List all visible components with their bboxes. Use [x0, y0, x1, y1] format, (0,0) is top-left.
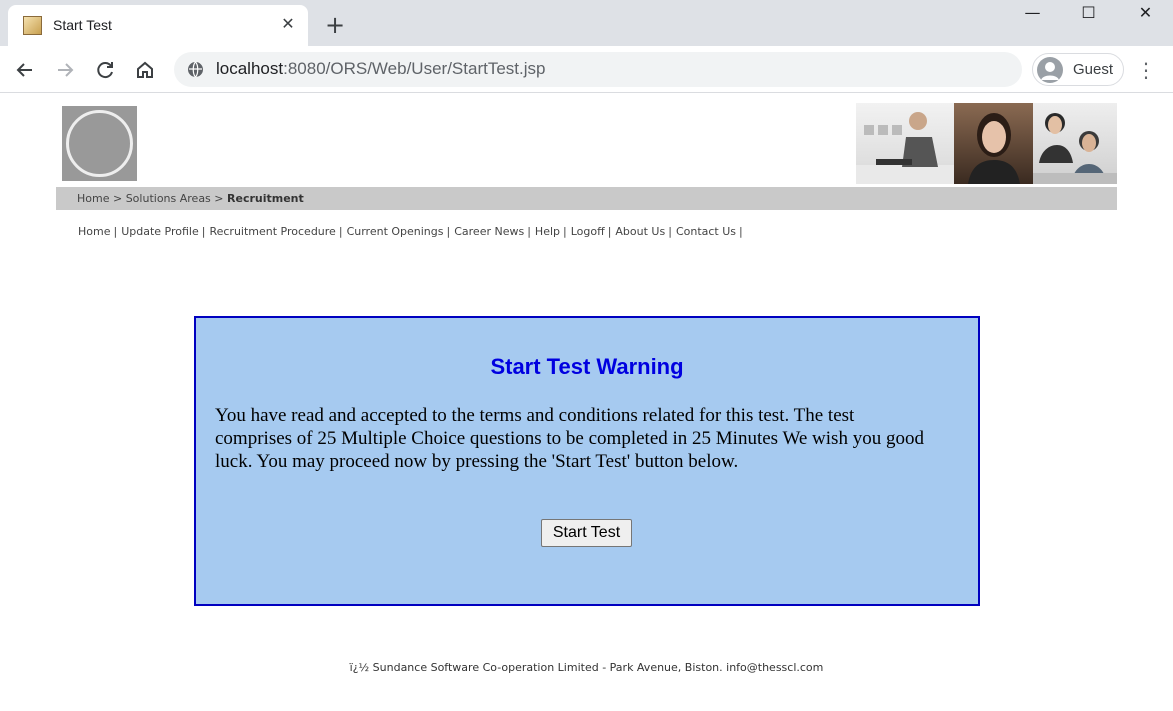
forward-icon[interactable]	[50, 55, 80, 85]
nav-separator: |	[527, 225, 531, 238]
browser-toolbar: localhost:8080/ORS/Web/User/StartTest.js…	[0, 46, 1173, 93]
tab-close-icon[interactable]: ✕	[278, 14, 298, 34]
breadcrumb-solutions[interactable]: Solutions Areas	[126, 192, 211, 205]
profile-button[interactable]: Guest	[1032, 53, 1124, 86]
reload-icon[interactable]	[90, 55, 120, 85]
site-info-icon[interactable]	[187, 61, 204, 78]
back-icon[interactable]	[10, 55, 40, 85]
nav-separator: |	[563, 225, 567, 238]
banner-photo-office	[856, 103, 954, 184]
header-banner-photos	[856, 103, 1117, 184]
nav-home[interactable]: Home	[78, 225, 110, 238]
nav-separator: |	[446, 225, 451, 238]
nav-separator: |	[739, 225, 743, 238]
nav-update-profile[interactable]: Update Profile	[121, 225, 199, 238]
nav-recruitment-procedure[interactable]: Recruitment Procedure	[209, 225, 335, 238]
footer-text: ï¿½ Sundance Software Co-operation Limit…	[349, 661, 824, 674]
site-logo	[62, 106, 137, 181]
page-content: Home > Solutions Areas > Recruitment Hom…	[0, 94, 1173, 711]
minimize-icon[interactable]: —	[1004, 0, 1061, 30]
browser-tab[interactable]: Start Test ✕	[8, 5, 308, 46]
nav-separator: |	[338, 225, 343, 238]
maximize-icon[interactable]: ☐	[1060, 0, 1117, 30]
banner-photo-woman	[954, 103, 1033, 184]
browser-menu-icon[interactable]: ⋮	[1136, 55, 1156, 85]
address-bar[interactable]: localhost:8080/ORS/Web/User/StartTest.js…	[174, 52, 1022, 87]
start-test-warning-box: Start Test Warning You have read and acc…	[194, 316, 980, 606]
nav-separator: |	[113, 225, 118, 238]
nav-logoff[interactable]: Logoff	[571, 225, 605, 238]
breadcrumb-bar: Home > Solutions Areas > Recruitment	[56, 187, 1117, 210]
new-tab-icon[interactable]: +	[322, 12, 348, 38]
avatar-icon	[1037, 57, 1063, 83]
logo-ring	[66, 110, 133, 177]
nav-help[interactable]: Help	[535, 225, 560, 238]
tab-title: Start Test	[53, 17, 112, 33]
warning-title: Start Test Warning	[490, 354, 684, 379]
breadcrumb-separator: >	[210, 192, 228, 205]
nav-separator: |	[201, 225, 206, 238]
warning-text: You have read and accepted to the terms …	[215, 405, 924, 472]
banner-photo-team	[1033, 103, 1117, 184]
tab-favicon-icon	[23, 16, 42, 35]
breadcrumb-home[interactable]: Home	[77, 192, 109, 205]
url-text[interactable]: localhost:8080/ORS/Web/User/StartTest.js…	[216, 59, 545, 79]
url-host: localhost	[216, 59, 284, 78]
nav-about-us[interactable]: About Us	[615, 225, 665, 238]
breadcrumb: Home > Solutions Areas > Recruitment	[77, 192, 304, 205]
nav-contact-us[interactable]: Contact Us	[676, 225, 736, 238]
nav-separator: |	[607, 225, 612, 238]
browser-tabstrip: Start Test ✕ + — ☐ ✕	[0, 0, 1173, 46]
nav-separator: |	[668, 225, 672, 238]
breadcrumb-separator: >	[109, 192, 126, 205]
url-path: :8080/ORS/Web/User/StartTest.jsp	[283, 59, 546, 78]
profile-label: Guest	[1073, 61, 1114, 78]
nav-current-openings[interactable]: Current Openings	[347, 225, 444, 238]
main-nav: Home | Update Profile | Recruitment Procedur…	[78, 225, 747, 238]
breadcrumb-current: Recruitment	[227, 192, 304, 205]
home-icon[interactable]	[130, 55, 160, 85]
start-test-button[interactable]: Start Test	[541, 519, 632, 547]
window-close-icon[interactable]: ✕	[1117, 0, 1173, 30]
nav-career-news[interactable]: Career News	[454, 225, 524, 238]
